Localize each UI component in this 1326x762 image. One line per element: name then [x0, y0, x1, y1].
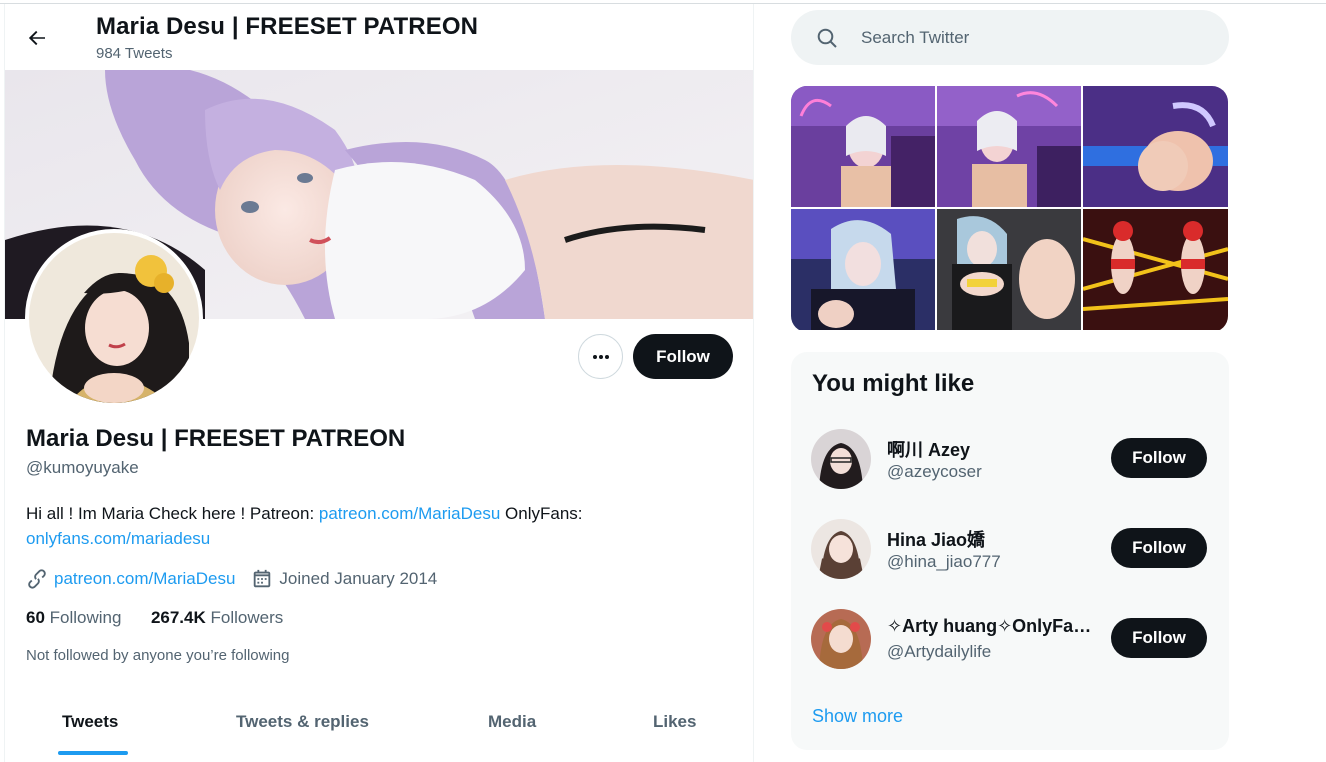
bio-text: Hi all ! Im Maria Check here ! Patreon: [26, 504, 319, 523]
profile-column: Maria Desu | FREESET PATREON 984 Tweets [4, 4, 754, 762]
profile-bio: Hi all ! Im Maria Check here ! Patreon: … [26, 501, 726, 551]
follow-button[interactable]: Follow [633, 334, 733, 379]
profile-handle: @kumoyuyake [26, 458, 139, 477]
bio-onlyfans-link[interactable]: onlyfans.com/mariadesu [26, 529, 210, 548]
active-tab-indicator [58, 751, 128, 755]
more-dots-icon [592, 354, 609, 359]
search-bar[interactable] [791, 10, 1229, 65]
suggested-user-handle: @hina_jiao777 [887, 552, 1001, 571]
avatar[interactable] [811, 429, 871, 489]
suggested-user-handle: @Artydailylife [887, 642, 992, 661]
suggested-user[interactable]: Hina Jiao嬌 @hina_jiao777 Follow [791, 502, 1229, 592]
followers-label: Followers [210, 608, 284, 627]
joined-date: Joined January 2014 [279, 569, 438, 588]
media-thumbnail[interactable] [791, 209, 935, 330]
bio-text: OnlyFans: [500, 504, 583, 523]
media-thumbnail[interactable] [1083, 86, 1228, 207]
followers-count: 267.4K [150, 608, 206, 627]
search-icon [815, 26, 839, 50]
tab-media[interactable]: Media [488, 712, 536, 732]
media-thumbnail[interactable] [791, 86, 935, 207]
not-followed-note: Not followed by anyone you’re following [26, 647, 290, 664]
follow-button[interactable]: Follow [1111, 438, 1207, 478]
tab-tweets[interactable]: Tweets [62, 712, 118, 732]
link-icon [26, 568, 48, 590]
profile-header-bar: Maria Desu | FREESET PATREON 984 Tweets [5, 4, 753, 70]
suggested-user-name: 啊川 Azey [887, 440, 971, 460]
bio-patreon-link[interactable]: patreon.com/MariaDesu [319, 504, 500, 523]
header-title: Maria Desu | FREESET PATREON [96, 13, 479, 40]
profile-tabs: Tweets Tweets & replies Media Likes [5, 700, 753, 756]
calendar-icon [251, 568, 273, 590]
media-preview-grid [791, 86, 1228, 332]
who-to-follow-title: You might like [812, 370, 975, 397]
tab-tweets-replies[interactable]: Tweets & replies [236, 712, 369, 732]
media-thumbnail[interactable] [1083, 209, 1228, 330]
website-link[interactable]: patreon.com/MariaDesu [54, 569, 235, 589]
suggested-user-name: ✧Arty huang✧OnlyFans✧ [887, 616, 1097, 636]
suggested-user-handle: @azeycoser [887, 462, 982, 481]
following-count: 60 [26, 608, 45, 627]
show-more-link[interactable]: Show more [812, 706, 903, 727]
search-input[interactable] [861, 24, 1201, 52]
profile-meta: patreon.com/MariaDesu Joined January 201… [26, 568, 437, 590]
media-thumbnail[interactable] [937, 86, 1081, 207]
follow-button[interactable]: Follow [1111, 618, 1207, 658]
avatar[interactable] [811, 519, 871, 579]
media-thumbnail[interactable] [937, 209, 1081, 330]
follow-button[interactable]: Follow [1111, 528, 1207, 568]
tab-likes[interactable]: Likes [653, 712, 696, 732]
followers-link[interactable]: 267.4K Followers [151, 608, 283, 627]
suggested-user[interactable]: 啊川 Azey @azeycoser Follow [791, 412, 1229, 502]
following-label: Following [49, 608, 122, 627]
header-tweet-count: 984 Tweets [96, 45, 173, 62]
following-link[interactable]: 60 Following [26, 608, 121, 627]
suggested-user[interactable]: ✧Arty huang✧OnlyFans✧ @Artydailylife Fol… [791, 592, 1229, 682]
profile-name: Maria Desu | FREESET PATREON [26, 425, 406, 452]
follow-stats: 60 Following 267.4K Followers [26, 608, 283, 628]
profile-avatar[interactable] [25, 229, 203, 407]
who-to-follow-panel: You might like 啊川 Azey @azeycoser Follow… [791, 352, 1229, 750]
avatar[interactable] [811, 609, 871, 669]
more-options-button[interactable] [578, 334, 623, 379]
suggested-user-name: Hina Jiao嬌 [887, 530, 986, 550]
back-arrow-icon[interactable] [25, 26, 49, 50]
